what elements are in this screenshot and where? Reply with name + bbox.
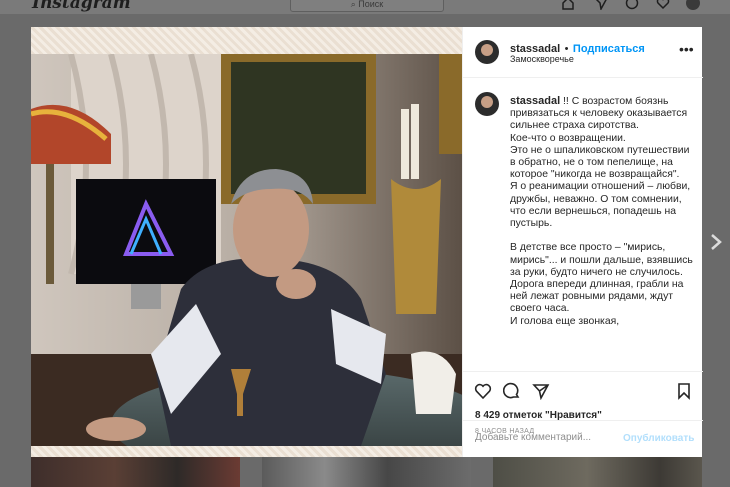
next-post-arrow-icon[interactable] xyxy=(708,233,724,251)
grid-thumbnail[interactable] xyxy=(31,457,240,487)
caption-text: stassadal !! С возрастом боязнь привязат… xyxy=(510,95,695,328)
caption-body: !! С возрастом боязнь привязаться к чело… xyxy=(510,96,693,327)
post-photo xyxy=(31,54,462,446)
more-options-icon[interactable]: ••• xyxy=(679,41,694,57)
home-icon[interactable] xyxy=(561,0,575,10)
search-placeholder: Поиск xyxy=(358,0,384,9)
caption-author-username[interactable]: stassadal xyxy=(510,95,560,107)
author-avatar[interactable] xyxy=(475,40,499,64)
post-sidebar: stassadal • Подписаться Замоскворечье ••… xyxy=(462,27,703,457)
share-icon[interactable] xyxy=(532,382,550,401)
publish-button[interactable]: Опубликовать xyxy=(623,433,694,444)
grid-thumbnail[interactable] xyxy=(262,457,471,487)
post-location[interactable]: Замоскворечье xyxy=(510,54,574,64)
follow-button[interactable]: Подписаться xyxy=(573,43,645,55)
save-bookmark-icon[interactable] xyxy=(675,382,693,400)
caption-author-avatar[interactable] xyxy=(475,92,499,116)
search-input[interactable]: ⌕ Поиск xyxy=(290,0,444,12)
media-border-top xyxy=(31,27,462,54)
comment-input[interactable] xyxy=(475,432,615,443)
heart-icon[interactable] xyxy=(656,0,670,10)
post-photo-illustration xyxy=(31,54,462,446)
instagram-logo[interactable]: Instagram xyxy=(32,0,131,13)
media-border-bottom xyxy=(31,446,462,457)
post-media[interactable] xyxy=(31,27,462,457)
comment-bar: Опубликовать xyxy=(463,420,703,458)
post-header: stassadal • Подписаться Замоскворечье ••… xyxy=(463,27,703,78)
explore-icon[interactable] xyxy=(625,0,639,10)
like-heart-icon[interactable] xyxy=(474,382,492,400)
profile-avatar[interactable] xyxy=(686,0,700,10)
direct-icon[interactable] xyxy=(594,0,608,12)
top-navigation-bar: Instagram ⌕ Поиск xyxy=(0,0,730,14)
caption-section: stassadal !! С возрастом боязнь привязат… xyxy=(463,78,703,371)
comment-icon[interactable] xyxy=(502,382,521,400)
grid-thumbnail[interactable] xyxy=(493,457,702,487)
post-modal: stassadal • Подписаться Замоскворечье ••… xyxy=(31,27,703,457)
